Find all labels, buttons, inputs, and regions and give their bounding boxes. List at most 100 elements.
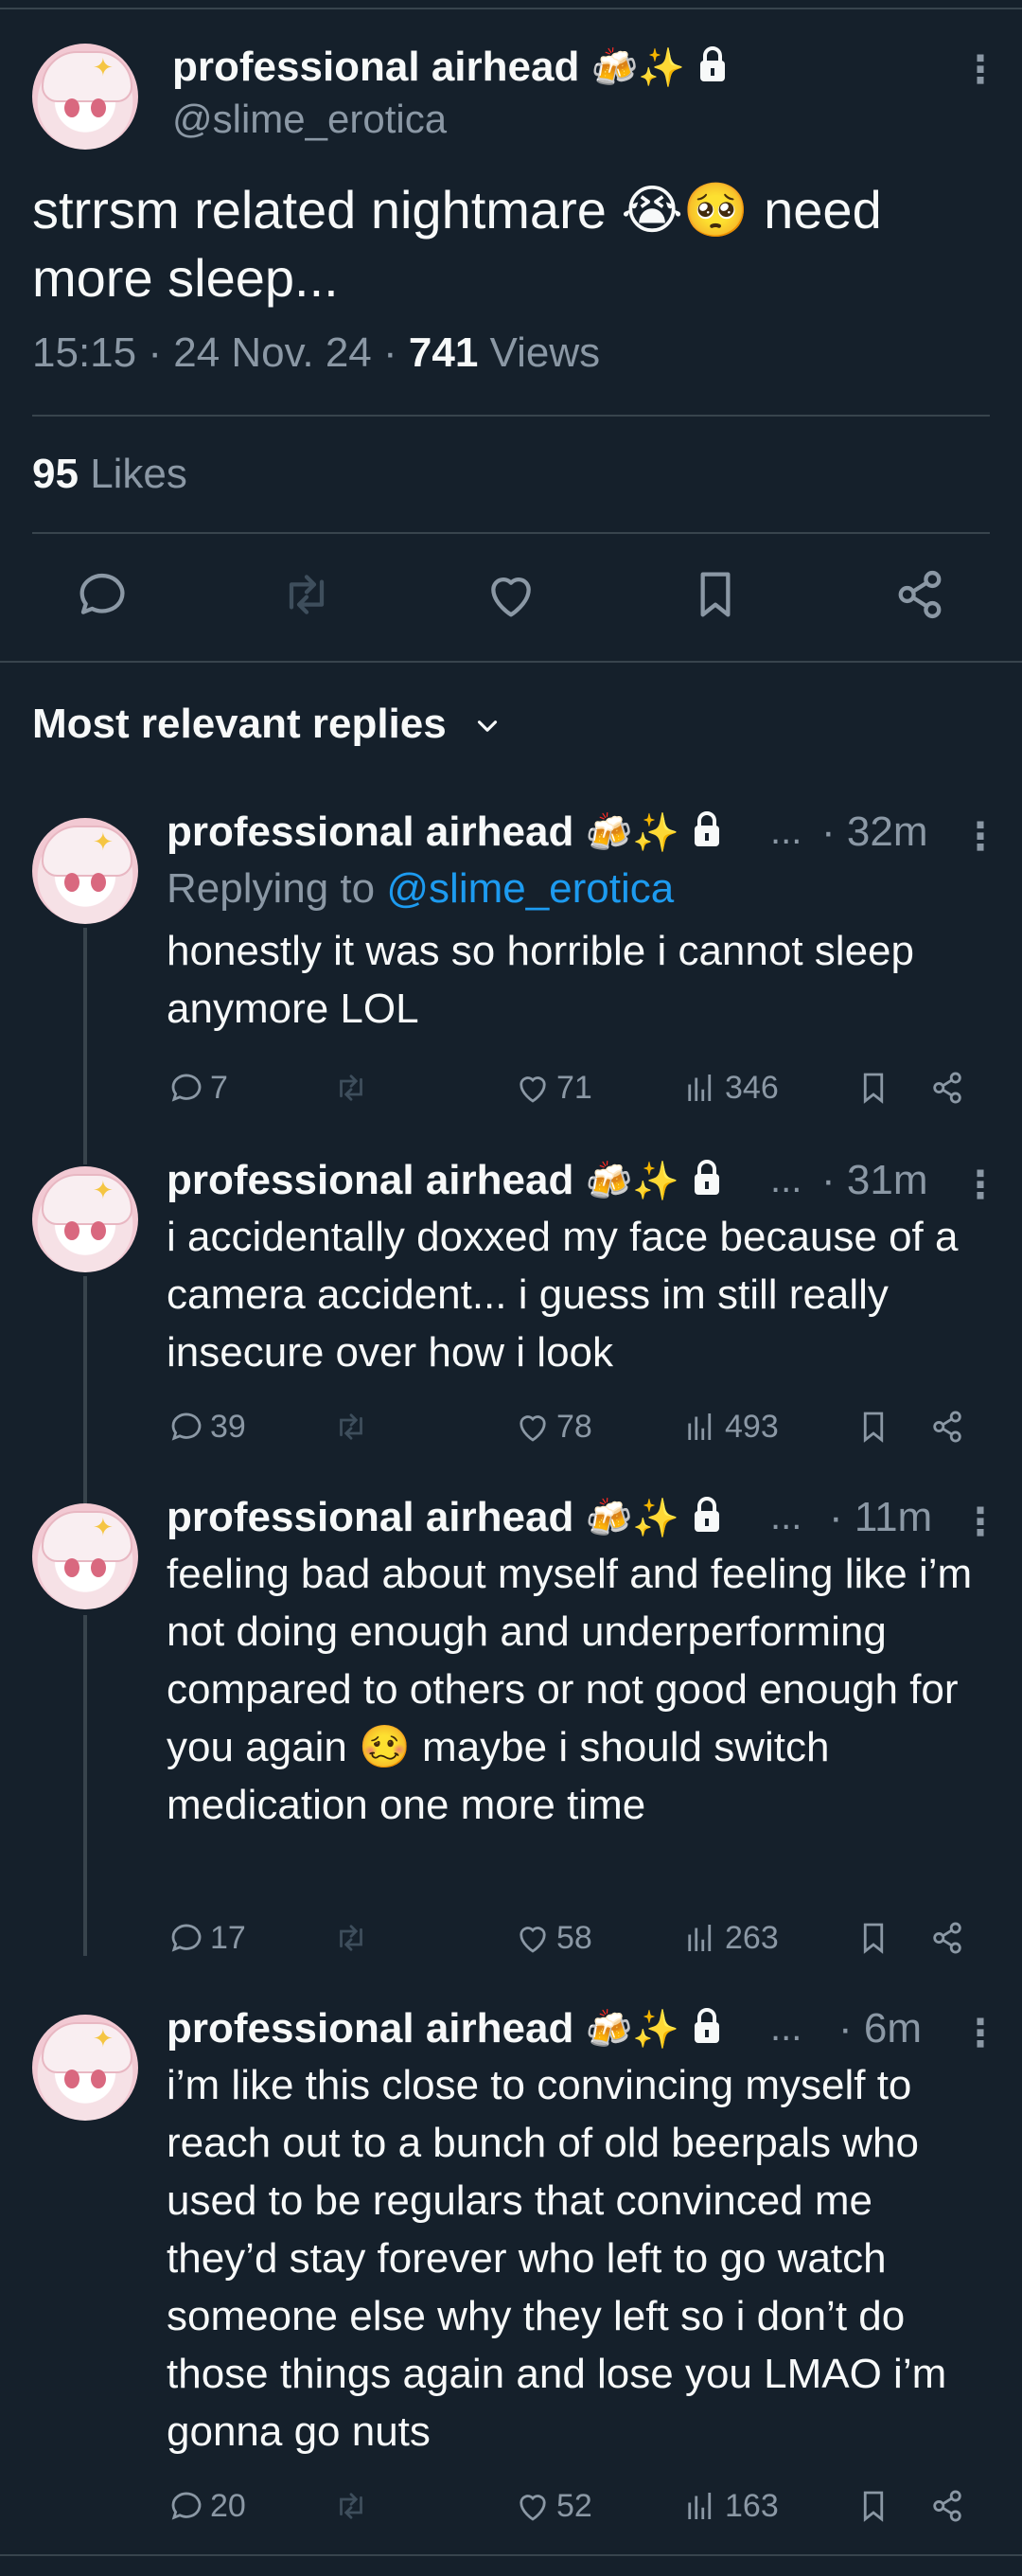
reply-text: honestly it was so horrible i cannot sle… (167, 928, 914, 1032)
avatar[interactable]: ✦ (32, 818, 138, 924)
reply-actions: 39 78 493 (167, 1407, 990, 1454)
more-icon[interactable]: ⋮ (961, 1503, 999, 1541)
thread-line (83, 1276, 87, 1503)
view-count: 263 (725, 1919, 779, 1956)
lock-icon (696, 45, 729, 94)
view-count: 493 (725, 1408, 779, 1445)
reply-count: 17 (210, 1919, 246, 1956)
author-name[interactable]: professional airhead 🍻✨ (167, 808, 723, 859)
share-icon[interactable] (927, 1068, 971, 1108)
bookmark-icon[interactable] (854, 1407, 897, 1447)
views-icon (688, 2493, 712, 2519)
like-button[interactable]: 58 (513, 1918, 592, 1958)
views-icon (688, 1413, 712, 1440)
author-name[interactable]: professional airhead 🍻✨ (172, 44, 729, 94)
share-icon[interactable] (890, 564, 950, 625)
reply-text: i accidentally doxxed my face because of… (167, 1214, 959, 1376)
author-name[interactable]: professional airhead 🍻✨ (167, 1157, 723, 1207)
retweet-button[interactable] (331, 1918, 375, 1958)
bookmark-icon[interactable] (854, 1918, 897, 1958)
bookmark-icon[interactable] (685, 564, 746, 625)
replying-to: Replying to @slime_erotica (167, 865, 674, 913)
tweet-time: 15:15 (32, 329, 137, 376)
handle-truncation: ... (770, 1159, 802, 1200)
likes-label: Likes (90, 451, 187, 497)
reply-actions: 7 71 346 (167, 1068, 990, 1115)
retweet-icon (340, 1413, 362, 1440)
likes-summary[interactable]: 95 Likes (32, 451, 187, 498)
share-icon[interactable] (927, 2486, 971, 2526)
reply-button[interactable]: 39 (167, 1407, 246, 1447)
name-emoji: 🍻✨ (585, 811, 680, 855)
reply-icon (171, 2492, 202, 2520)
handle-truncation: ... (770, 2007, 802, 2049)
reply-time[interactable]: · 6m (838, 2005, 922, 2052)
bookmark-icon[interactable] (854, 1068, 897, 1108)
likes-count: 95 (32, 451, 79, 497)
like-count: 71 (556, 1069, 592, 1106)
retweet-icon (340, 1925, 362, 1951)
share-icon[interactable] (927, 1407, 971, 1447)
retweet-icon (340, 2493, 362, 2519)
like-icon[interactable] (481, 564, 541, 625)
thread-line (83, 1615, 87, 1956)
reply-button[interactable]: 17 (167, 1918, 246, 1958)
author-handle[interactable]: @slime_erotica (172, 97, 447, 142)
more-icon[interactable]: ⋮ (961, 2015, 999, 2052)
avatar[interactable]: ✦ (32, 1503, 138, 1609)
display-name: professional airhead (167, 2005, 574, 2052)
views-button[interactable]: 163 (681, 2486, 779, 2526)
reply-time[interactable]: · 32m (821, 808, 927, 856)
bottom-divider (0, 2554, 1022, 2556)
replying-handle[interactable]: @slime_erotica (386, 865, 674, 912)
tweet-meta: 15:15 · 24 Nov. 24 · 741 Views (32, 329, 601, 376)
views-label: Views (489, 329, 601, 376)
like-button[interactable]: 78 (513, 1407, 592, 1447)
reply-icon (171, 1412, 202, 1441)
reply-button[interactable]: 7 (167, 1068, 228, 1108)
author-name[interactable]: professional airhead 🍻✨ (167, 1494, 723, 1544)
reply-time[interactable]: · 11m (829, 1494, 932, 1541)
display-name: professional airhead (167, 1157, 574, 1203)
tweet-date[interactable]: 24 Nov. 24 (173, 329, 372, 376)
divider (32, 415, 990, 417)
reply-icon (171, 1074, 202, 1102)
like-icon (520, 1927, 546, 1953)
lock-icon (691, 2007, 723, 2055)
reply-actions: 17 58 263 (167, 1918, 990, 1965)
more-icon[interactable]: ⋮ (961, 818, 999, 856)
top-divider (0, 8, 1022, 9)
retweet-button[interactable] (331, 2486, 375, 2526)
sort-label: Most relevant replies (32, 701, 447, 747)
avatar[interactable]: ✦ (32, 44, 138, 150)
retweet-button[interactable] (331, 1407, 375, 1447)
views-icon (688, 1925, 712, 1951)
avatar[interactable]: ✦ (32, 2015, 138, 2121)
retweet-icon (340, 1075, 362, 1101)
reply-count: 7 (210, 1069, 228, 1106)
name-emoji: 🍻✨ (585, 1160, 680, 1203)
like-button[interactable]: 52 (513, 2486, 592, 2526)
avatar[interactable]: ✦ (32, 1166, 138, 1272)
share-icon[interactable] (927, 1918, 971, 1958)
views-button[interactable]: 493 (681, 1407, 779, 1447)
views-button[interactable]: 263 (681, 1918, 779, 1958)
reply-icon[interactable] (72, 564, 132, 625)
reply-button[interactable]: 20 (167, 2486, 246, 2526)
bookmark-icon[interactable] (854, 2486, 897, 2526)
author-name[interactable]: professional airhead 🍻✨ (167, 2005, 723, 2055)
reply-time[interactable]: · 31m (821, 1157, 927, 1204)
like-button[interactable]: 71 (513, 1068, 592, 1108)
more-icon[interactable]: ⋮ (961, 1166, 999, 1204)
views-icon (688, 1075, 712, 1101)
like-count: 58 (556, 1919, 592, 1956)
views-count: 741 (408, 329, 479, 376)
more-icon[interactable]: ⋮ (961, 51, 999, 89)
lock-icon (691, 810, 723, 859)
retweet-icon[interactable] (276, 564, 337, 625)
name-emoji: 🍻✨ (585, 1497, 680, 1540)
retweet-button[interactable] (331, 1068, 375, 1108)
views-button[interactable]: 346 (681, 1068, 779, 1108)
view-count: 163 (725, 2487, 779, 2524)
reply-sort-selector[interactable]: Most relevant replies (32, 701, 503, 748)
